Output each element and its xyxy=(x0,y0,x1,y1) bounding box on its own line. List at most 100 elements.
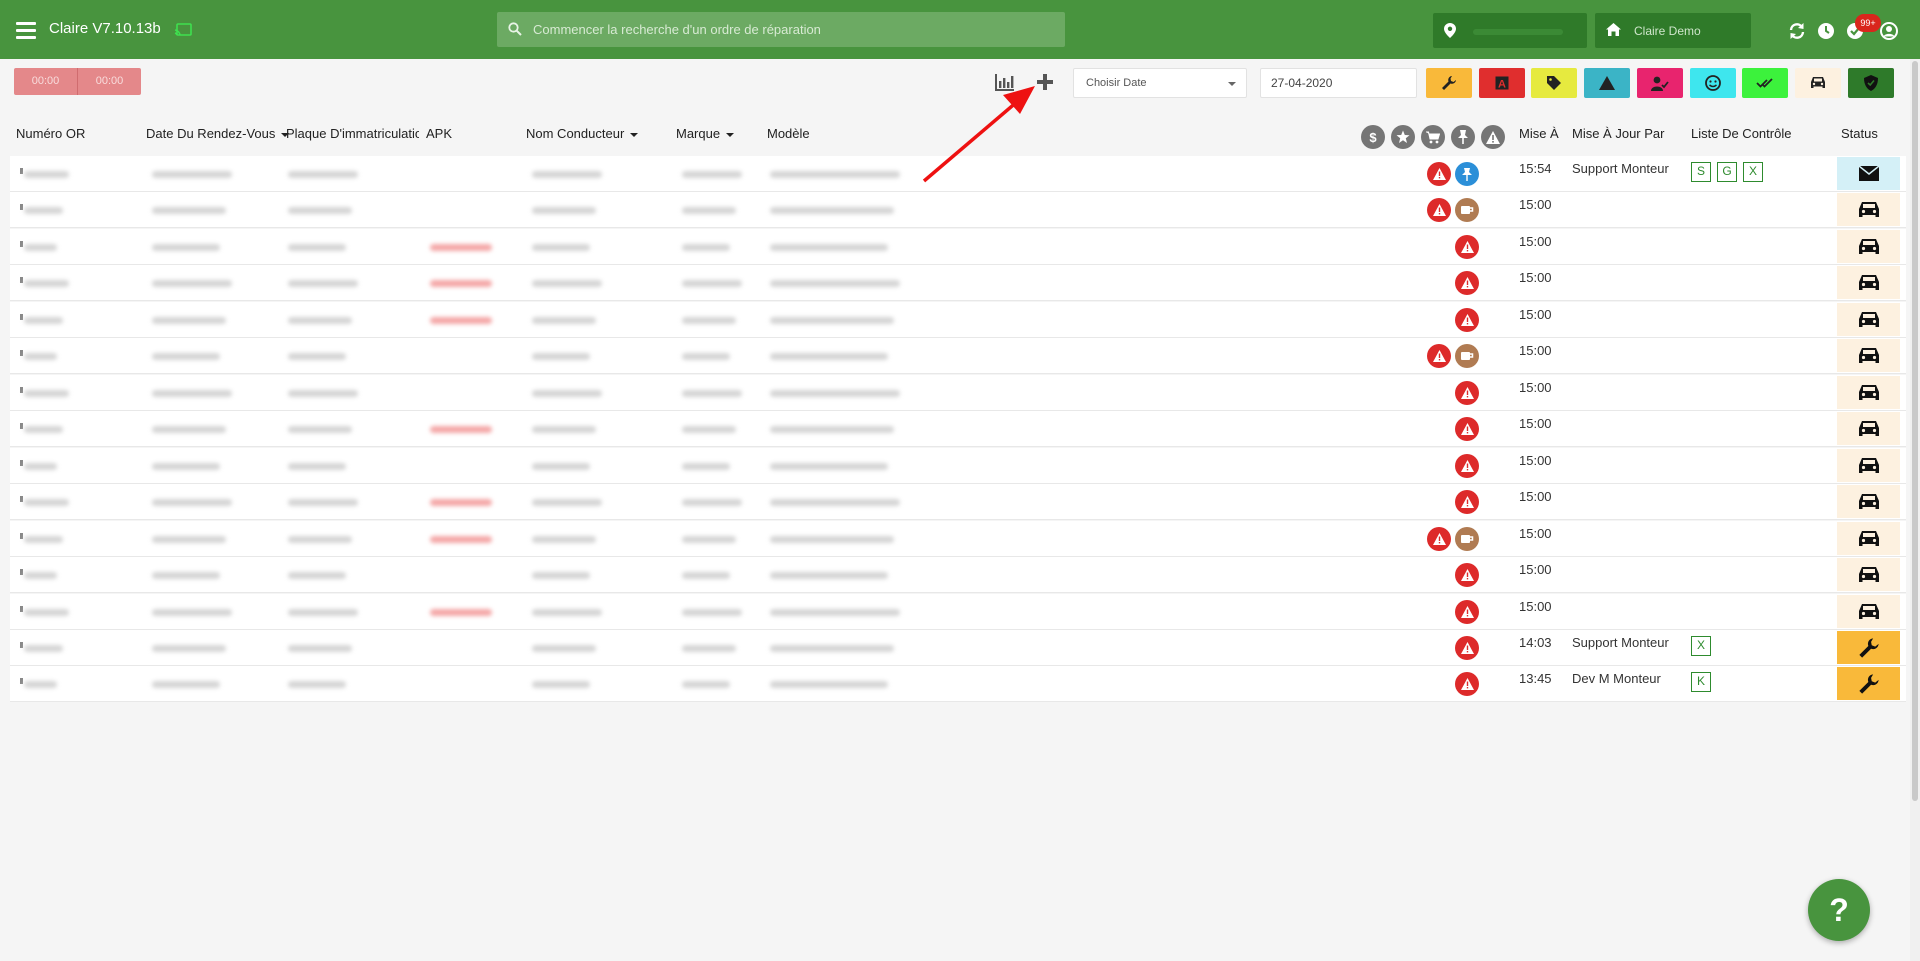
status-car-button[interactable] xyxy=(1837,230,1900,263)
warning-icon[interactable] xyxy=(1427,162,1451,186)
table-row[interactable]: 15:00 xyxy=(10,594,1906,630)
filter-letter-a-button[interactable]: A xyxy=(1478,68,1525,98)
checklist-badge[interactable]: G xyxy=(1717,162,1737,182)
warning-icon[interactable] xyxy=(1481,125,1505,149)
clock-icon[interactable] xyxy=(1817,22,1835,40)
col-liste-controle[interactable]: Liste De Contrôle xyxy=(1691,126,1791,141)
filter-warning-button[interactable] xyxy=(1584,68,1631,98)
col-nom-conducteur[interactable]: Nom Conducteur xyxy=(526,126,639,141)
warning-icon[interactable] xyxy=(1455,417,1479,441)
checklist-badge[interactable]: X xyxy=(1691,636,1711,656)
date-input[interactable] xyxy=(1260,68,1417,98)
user-icon[interactable] xyxy=(1880,22,1898,40)
warning-icon[interactable] xyxy=(1455,235,1479,259)
filter-user-check-button[interactable] xyxy=(1636,68,1683,98)
col-plaque[interactable]: Plaque D'immatriculatio xyxy=(286,126,419,141)
status-car-button[interactable] xyxy=(1837,266,1900,299)
table-row[interactable]: 15:00 xyxy=(10,229,1906,265)
warning-icon[interactable] xyxy=(1455,308,1479,332)
filter-car-button[interactable] xyxy=(1794,68,1841,98)
filter-tag-button[interactable] xyxy=(1531,68,1578,98)
star-icon[interactable] xyxy=(1391,125,1415,149)
coffee-icon[interactable] xyxy=(1455,527,1479,551)
table-row[interactable]: 15:00 xyxy=(10,557,1906,593)
col-mise-a-jour-par[interactable]: Mise À Jour Par xyxy=(1572,126,1664,141)
filter-shield-button[interactable] xyxy=(1847,68,1894,98)
location-select[interactable] xyxy=(1433,13,1587,48)
status-car-button[interactable] xyxy=(1837,339,1900,372)
timer-start[interactable]: 00:00 xyxy=(14,68,77,95)
garage-select[interactable]: Claire Demo xyxy=(1595,13,1751,48)
col-apk[interactable]: APK xyxy=(426,126,452,141)
scrollbar[interactable] xyxy=(1910,59,1920,961)
scrollbar-thumb[interactable] xyxy=(1912,61,1918,801)
chevron-down-icon xyxy=(726,132,735,137)
timer-end[interactable]: 00:00 xyxy=(77,68,141,95)
table-row[interactable]: 15:00 xyxy=(10,521,1906,557)
table-row[interactable]: 15:00 xyxy=(10,411,1906,447)
table-row[interactable]: 15:00 xyxy=(10,484,1906,520)
warning-icon[interactable] xyxy=(1455,454,1479,478)
col-modele[interactable]: Modèle xyxy=(767,126,810,141)
coffee-icon[interactable] xyxy=(1455,198,1479,222)
blurred-cell xyxy=(288,499,358,506)
checklist-badge[interactable]: X xyxy=(1743,162,1763,182)
search-input[interactable] xyxy=(533,12,1053,47)
status-wrench-button[interactable] xyxy=(1837,667,1900,700)
warning-icon[interactable] xyxy=(1455,490,1479,514)
col-mise-a[interactable]: Mise À xyxy=(1519,126,1559,141)
filter-wrench-button[interactable] xyxy=(1426,68,1472,98)
warning-icon[interactable] xyxy=(1455,563,1479,587)
dollar-icon[interactable]: $ xyxy=(1361,125,1385,149)
status-car-button[interactable] xyxy=(1837,485,1900,518)
warning-icon[interactable] xyxy=(1427,527,1451,551)
table-row[interactable]: 15:00 xyxy=(10,265,1906,301)
col-status[interactable]: Status xyxy=(1841,126,1878,141)
warning-icon[interactable] xyxy=(1427,344,1451,368)
col-marque[interactable]: Marque xyxy=(676,126,735,141)
coffee-icon[interactable] xyxy=(1455,344,1479,368)
warning-icon[interactable] xyxy=(1455,271,1479,295)
refresh-icon[interactable] xyxy=(1788,22,1806,40)
thumbtack-icon[interactable] xyxy=(1451,125,1475,149)
table-row[interactable]: 15:00 xyxy=(10,338,1906,374)
menu-icon[interactable] xyxy=(16,22,36,39)
table-row[interactable]: 15:00 xyxy=(10,302,1906,338)
col-numero-or[interactable]: Numéro OR xyxy=(16,126,85,141)
status-car-button[interactable] xyxy=(1837,376,1900,409)
date-select[interactable]: Choisir Date xyxy=(1073,68,1247,98)
status-car-button[interactable] xyxy=(1837,522,1900,555)
warning-icon[interactable] xyxy=(1455,636,1479,660)
status-car-button[interactable] xyxy=(1837,595,1900,628)
help-button[interactable]: ? xyxy=(1808,879,1870,941)
table-row[interactable]: 15:00 xyxy=(10,375,1906,411)
status-car-button[interactable] xyxy=(1837,193,1900,226)
table-row[interactable]: 13:45 Dev M Monteur K xyxy=(10,666,1906,702)
col-date-rdv[interactable]: Date Du Rendez-Vous xyxy=(146,126,290,141)
chart-icon[interactable] xyxy=(995,73,1015,91)
table-row[interactable]: 14:03 Support Monteur X xyxy=(10,630,1906,666)
table-row[interactable]: 15:00 xyxy=(10,448,1906,484)
filter-face-button[interactable] xyxy=(1689,68,1736,98)
checklist-badge[interactable]: K xyxy=(1691,672,1711,692)
status-mail-button[interactable] xyxy=(1837,157,1900,190)
warning-icon[interactable] xyxy=(1455,600,1479,624)
table-row[interactable]: 15:00 xyxy=(10,192,1906,228)
status-car-button[interactable] xyxy=(1837,558,1900,591)
search-box[interactable] xyxy=(497,12,1065,47)
warning-icon[interactable] xyxy=(1455,672,1479,696)
status-car-button[interactable] xyxy=(1837,412,1900,445)
add-icon[interactable] xyxy=(1035,73,1055,91)
status-wrench-button[interactable] xyxy=(1837,631,1900,664)
table-row[interactable]: 15:54 Support Monteur S G X xyxy=(10,156,1906,192)
warning-icon[interactable] xyxy=(1455,381,1479,405)
filter-double-check-button[interactable] xyxy=(1742,68,1789,98)
warning-icon[interactable] xyxy=(1427,198,1451,222)
status-car-button[interactable] xyxy=(1837,303,1900,336)
cart-icon[interactable] xyxy=(1421,125,1445,149)
timer[interactable]: 00:00 00:00 xyxy=(14,68,141,95)
thumbtack-icon[interactable] xyxy=(1455,162,1479,186)
status-car-button[interactable] xyxy=(1837,449,1900,482)
cast-icon[interactable] xyxy=(174,23,192,37)
checklist-badge[interactable]: S xyxy=(1691,162,1711,182)
